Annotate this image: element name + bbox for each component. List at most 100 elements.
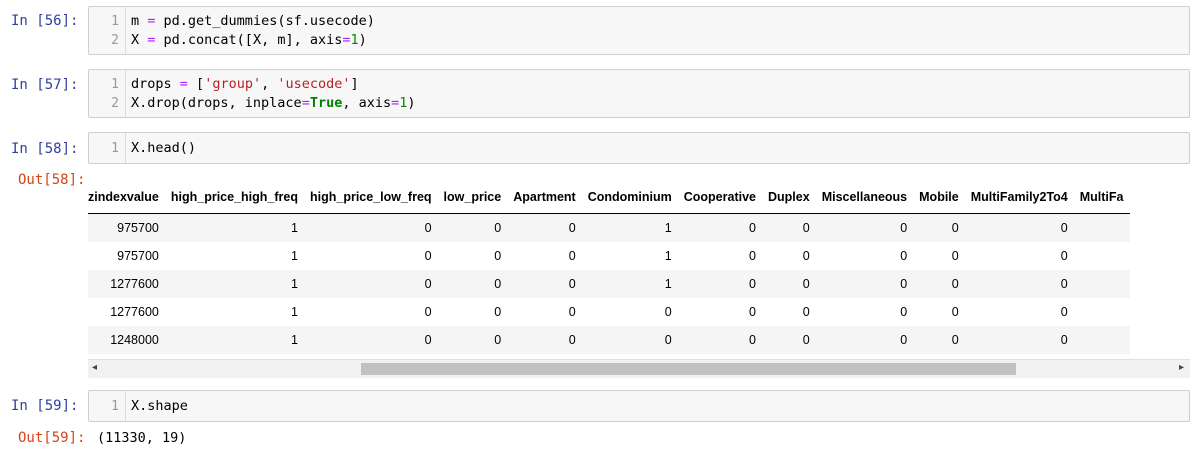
table-cell: [1073, 213, 1130, 242]
table-cell: 0: [437, 270, 508, 298]
code-line: m = pd.get_dummies(sf.usecode): [131, 13, 375, 29]
table-cell: 1: [291, 249, 298, 263]
line-gutter: 1: [89, 133, 126, 163]
code-line: X.head(): [131, 140, 197, 156]
table-cell: 0: [815, 213, 914, 242]
dataframe-output: zindexvalue high_price_high_freq high_pric…: [88, 181, 1190, 378]
column-header: high_price_high_freq: [164, 181, 304, 214]
column-header: Miscellaneous: [815, 181, 914, 214]
line-gutter: 1 2: [89, 70, 126, 117]
output-prompt-58: Out[58]:: [18, 172, 86, 188]
table-cell: 0: [507, 270, 582, 298]
table-cell: 0: [802, 305, 810, 319]
table-cell: 0: [913, 213, 965, 242]
table-cell: 0: [951, 249, 959, 263]
table-cell: 0: [913, 326, 965, 354]
table-cell: 1277600: [110, 305, 159, 319]
line-number: 1: [111, 77, 119, 92]
table-row: 1277600 1 0 0 0 1 0 0 0 0 0: [88, 270, 1130, 298]
code-cell-58[interactable]: 1 X.head(): [88, 132, 1190, 164]
scroll-right-icon[interactable]: ▸: [1179, 362, 1184, 373]
line-number: 2: [111, 33, 119, 48]
horizontal-scrollbar[interactable]: ◂ ▸: [88, 359, 1190, 378]
line-number: 1: [111, 399, 119, 414]
column-header: MultiFamily2To4: [964, 181, 1074, 214]
table-cell: 0: [303, 213, 438, 242]
table-cell: 0: [762, 270, 816, 298]
table-cell: 0: [494, 305, 502, 319]
dataframe-table: zindexvalue high_price_high_freq high_pric…: [88, 181, 1130, 354]
line-number: 1: [111, 141, 119, 156]
line-number: 2: [111, 96, 119, 111]
line-gutter: 1: [89, 391, 126, 421]
table-cell: [1073, 270, 1130, 298]
table-row: 1277600 1 0 0 0 0 0 0 0 0 0: [88, 298, 1130, 326]
table-cell: 1277600: [88, 270, 165, 298]
table-cell: [1074, 298, 1130, 326]
code-line: X = pd.concat([X, m], axis=1): [131, 32, 367, 48]
table-cell: 0: [507, 326, 582, 354]
column-header: Mobile: [913, 181, 965, 214]
table-cell: 0: [568, 305, 576, 319]
table-row: 1248000 1 0 0 0 0 0 0 0 0 0: [88, 326, 1130, 354]
code-cell-59[interactable]: 1 X.shape: [88, 390, 1190, 422]
table-cell: 0: [815, 270, 914, 298]
line-gutter: 1 2: [89, 7, 126, 54]
table-cell: 1: [664, 249, 672, 263]
code-cell-57[interactable]: 1 2 drops = ['group', 'usecode'] X.drop(…: [88, 69, 1190, 118]
table-cell: [1073, 326, 1130, 354]
table-cell: 0: [749, 305, 756, 319]
column-header: Condominium: [581, 181, 678, 214]
column-header: Apartment: [507, 181, 582, 214]
table-cell: 1: [581, 213, 678, 242]
table-cell: 0: [424, 249, 432, 263]
table-cell: 0: [303, 326, 438, 354]
table-cell: 0: [762, 213, 816, 242]
scroll-left-icon[interactable]: ◂: [92, 362, 97, 373]
table-cell: 975700: [117, 249, 159, 263]
table-cell: 0: [900, 249, 908, 263]
column-header: Duplex: [762, 181, 816, 214]
code-cell-56[interactable]: 1 2 m = pd.get_dummies(sf.usecode) X = p…: [88, 6, 1190, 55]
input-prompt-59: In [59]:: [11, 398, 79, 414]
column-header: zindexvalue: [88, 181, 165, 214]
table-cell: 0: [815, 326, 914, 354]
table-cell: 1: [581, 270, 678, 298]
table-row: 975700 1 0 0 0 1 0 0 0 0 0: [88, 242, 1130, 270]
table-cell: 0: [507, 213, 582, 242]
shape-output: (11330, 19): [97, 430, 187, 446]
table-cell: 1248000: [88, 326, 165, 354]
column-header: MultiFa: [1073, 181, 1130, 214]
table-cell: 1: [164, 213, 304, 242]
output-prompt-59: Out[59]:: [18, 430, 86, 446]
table-cell: 0: [951, 305, 959, 319]
table-cell: 0: [303, 270, 438, 298]
table-cell: 1: [164, 326, 304, 354]
input-prompt-58: In [58]:: [11, 141, 79, 157]
table-cell: 0: [913, 270, 965, 298]
table-cell: 1: [164, 270, 304, 298]
column-header: Cooperative: [677, 181, 762, 214]
table-cell: 1: [291, 305, 298, 319]
table-row: 975700 1 0 0 0 1 0 0 0 0 0: [88, 213, 1130, 242]
table-cell: 975700: [88, 213, 165, 242]
input-prompt-57: In [57]:: [11, 77, 79, 93]
code-line: drops = ['group', 'usecode']: [131, 76, 359, 92]
table-cell: 0: [677, 213, 762, 242]
table-cell: 0: [900, 305, 908, 319]
code-line: X.drop(drops, inplace=True, axis=1): [131, 95, 416, 111]
table-cell: [1074, 242, 1130, 270]
table-cell: 0: [802, 249, 810, 263]
scrollbar-thumb[interactable]: [361, 363, 1016, 375]
column-header: low_price: [437, 181, 508, 214]
table-cell: 0: [424, 305, 432, 319]
table-cell: 0: [437, 213, 508, 242]
table-cell: 0: [964, 326, 1074, 354]
column-header: high_price_low_freq: [303, 181, 438, 214]
table-cell: 0: [749, 249, 756, 263]
table-cell: 0: [677, 270, 762, 298]
table-cell: 0: [964, 270, 1074, 298]
table-cell: 0: [762, 326, 816, 354]
table-cell: 0: [437, 326, 508, 354]
table-cell: 0: [1060, 249, 1068, 263]
